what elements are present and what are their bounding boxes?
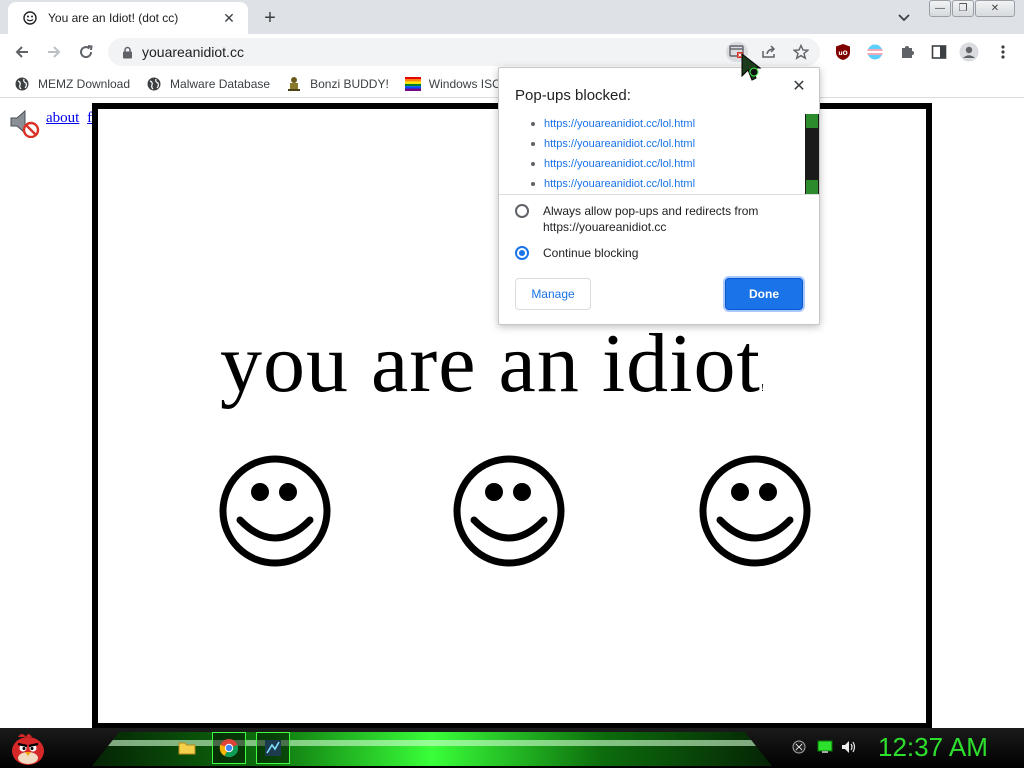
taskbar-file-explorer-icon[interactable] (170, 732, 204, 764)
sound-muted-icon[interactable] (8, 108, 40, 138)
scroll-up-arrow-icon[interactable] (806, 114, 818, 128)
bookmark-windows-isos[interactable]: Windows ISOs (404, 76, 507, 92)
allow-popups-option[interactable]: Always allow pop-ups and redirects from … (515, 203, 805, 235)
tray-volume-icon[interactable] (840, 738, 858, 756)
new-tab-button[interactable]: + (258, 6, 282, 30)
popup-list-scrollbar[interactable] (805, 114, 819, 194)
popup-dialog-title: Pop-ups blocked: (515, 87, 631, 104)
bookmark-malware-database[interactable]: Malware Database (146, 76, 270, 92)
browser-toolbar: youareanidiot.cc uO (0, 34, 1024, 70)
continue-blocking-radio[interactable] (515, 246, 529, 260)
done-button[interactable]: Done (725, 278, 803, 310)
back-arrow-icon[interactable] (10, 40, 34, 64)
mouse-cursor-icon (741, 52, 762, 81)
tray-display-icon[interactable] (816, 738, 834, 756)
globe-icon (146, 76, 162, 92)
minimize-button[interactable]: — (929, 0, 951, 17)
tab-search-chevron-icon[interactable] (894, 8, 914, 28)
popup-close-icon[interactable]: ✕ (789, 76, 809, 96)
tab-strip: You are an Idiot! (dot cc) ✕ + — ❐ ✕ (0, 0, 1024, 34)
windows-flag-icon (404, 76, 421, 92)
menu-kebab-icon[interactable] (992, 42, 1014, 62)
smiley-face-icon (699, 455, 811, 567)
bookmark-bonzi-buddy[interactable]: Bonzi BUDDY! (286, 76, 389, 92)
smiley-face-icon (453, 455, 565, 567)
bonzi-icon (286, 76, 302, 92)
tab-close-icon[interactable]: ✕ (220, 9, 238, 27)
svg-text:uO: uO (838, 50, 847, 57)
popups-blocked-dialog: Pop-ups blocked: ✕ https://youareanidiot… (498, 67, 820, 325)
forward-arrow-icon[interactable] (42, 40, 66, 64)
tab-active[interactable]: You are an Idiot! (dot cc) ✕ (8, 2, 248, 34)
blocked-popup-link[interactable]: https://youareanidiot.cc/lol.html (499, 134, 819, 154)
blocked-popup-link[interactable]: https://youareanidiot.cc/lol.html (499, 114, 819, 134)
window-controls: — ❐ ✕ (928, 0, 1015, 18)
extensions-puzzle-icon[interactable] (896, 42, 918, 62)
profile-avatar[interactable] (958, 42, 980, 62)
taskbar-chrome-icon[interactable] (212, 732, 246, 764)
taskbar: 12:37 AM (0, 728, 1024, 768)
blocked-popup-link[interactable]: https://youareanidiot.cc/lol.html (499, 174, 819, 194)
trans-flag-extension-icon[interactable] (864, 42, 886, 62)
tab-title: You are an Idiot! (dot cc) (48, 11, 179, 25)
lock-icon[interactable] (120, 45, 134, 59)
globe-icon (14, 76, 30, 92)
ublock-origin-icon[interactable]: uO (832, 42, 854, 62)
url-text[interactable]: youareanidiot.cc (142, 44, 244, 60)
smiley-face-icon (219, 455, 331, 567)
smiley-favicon-icon (22, 10, 38, 26)
tray-network-icon[interactable] (790, 738, 808, 756)
side-panel-icon[interactable] (928, 42, 950, 62)
continue-blocking-option[interactable]: Continue blocking (515, 245, 805, 261)
start-button-angry-bird-icon[interactable] (8, 729, 48, 767)
about-link[interactable]: about (46, 110, 79, 126)
reload-icon[interactable] (74, 40, 98, 64)
divider (499, 194, 819, 195)
manage-button[interactable]: Manage (515, 278, 591, 310)
scroll-down-arrow-icon[interactable] (806, 180, 818, 194)
bookmark-star-icon[interactable] (790, 42, 812, 62)
address-bar[interactable]: youareanidiot.cc (108, 38, 820, 66)
blocked-popup-link[interactable]: https://youareanidiot.cc/lol.html (499, 154, 819, 174)
headline-text: you are an idiot! (220, 317, 766, 410)
allow-popups-radio[interactable] (515, 204, 529, 218)
bookmark-memz[interactable]: MEMZ Download (14, 76, 130, 92)
maximize-button[interactable]: ❐ (952, 0, 974, 17)
taskbar-clock[interactable]: 12:37 AM (878, 732, 988, 763)
window-close-button[interactable]: ✕ (975, 0, 1015, 17)
taskbar-app-icon[interactable] (256, 732, 290, 764)
blocked-popup-list: https://youareanidiot.cc/lol.html https:… (499, 114, 819, 194)
